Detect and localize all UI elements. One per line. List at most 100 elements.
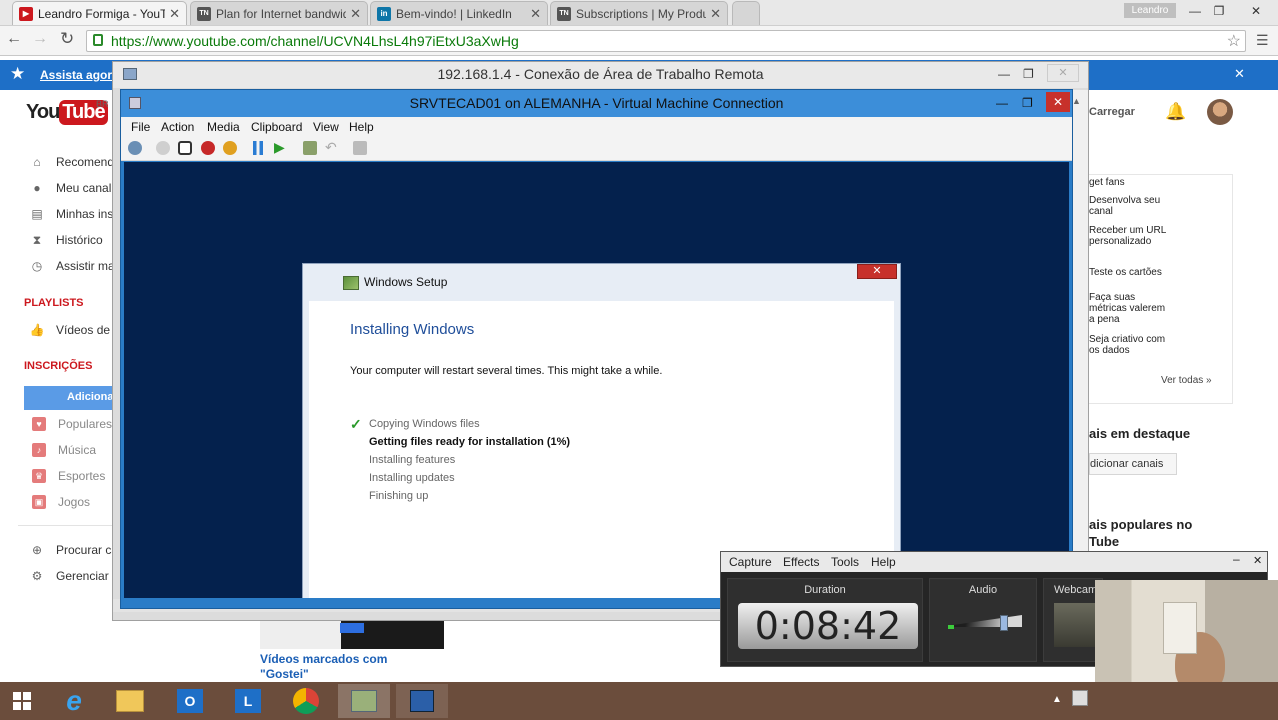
sidebar-item-watch-later[interactable]: ◷ Assistir mai: [30, 259, 118, 273]
minimize-icon[interactable]: –: [1233, 552, 1240, 566]
vm-display[interactable]: Windows Setup ✕ Installing Windows Your …: [124, 162, 1069, 598]
menu-icon[interactable]: ☰: [1256, 32, 1269, 49]
forward-icon[interactable]: →: [32, 30, 48, 48]
avatar[interactable]: [1207, 99, 1233, 125]
volume-slider[interactable]: [948, 615, 1022, 627]
close-icon[interactable]: ✕: [350, 6, 361, 22]
tab-linkedin[interactable]: in Bem-vindo! | LinkedIn ✕: [370, 1, 548, 25]
add-channels-button[interactable]: Adiciona: [24, 386, 116, 410]
see-all-link[interactable]: Ver todas »: [1161, 375, 1212, 386]
start-button[interactable]: [0, 684, 44, 718]
tip-item[interactable]: Teste os cartões: [1089, 267, 1199, 278]
close-icon[interactable]: ✕: [169, 6, 180, 22]
menu-view[interactable]: View: [313, 120, 339, 134]
close-window-icon[interactable]: ✕: [1236, 2, 1276, 20]
menu-help[interactable]: Help: [871, 555, 896, 569]
hourglass-icon: ⧗: [32, 232, 42, 247]
revert-icon[interactable]: ↶: [325, 139, 337, 156]
promo-link[interactable]: Assista agor: [40, 68, 112, 82]
start-icon[interactable]: [156, 141, 170, 155]
tip-item[interactable]: Receber um URL personalizado: [1089, 225, 1169, 247]
sidebar-item-sports[interactable]: ♛ Esportes: [32, 469, 105, 483]
menu-effects[interactable]: Effects: [783, 555, 819, 569]
tray-network-icon[interactable]: [1072, 690, 1088, 706]
video-thumbnail[interactable]: [260, 621, 444, 649]
url-input[interactable]: https://www.youtube.com/channel/UCVN4Lhs…: [86, 30, 1246, 52]
close-icon[interactable]: ✕: [1234, 66, 1245, 82]
close-icon[interactable]: ✕: [1047, 64, 1079, 82]
tip-item[interactable]: Seja criativo com os dados: [1089, 334, 1169, 356]
volume-thumb[interactable]: [1000, 615, 1008, 631]
sidebar-item-popular[interactable]: ♥ Populares: [32, 417, 112, 431]
close-icon[interactable]: ✕: [1046, 92, 1070, 112]
reload-icon[interactable]: ↻: [60, 29, 74, 49]
tab-youtube[interactable]: ▶ Leandro Formiga - YouTu ✕: [12, 1, 187, 25]
thumbs-up-icon: 👍: [29, 323, 45, 337]
audio-label: Audio: [968, 584, 998, 596]
tab-plan[interactable]: TN Plan for Internet bandwid ✕: [190, 1, 368, 25]
tip-item[interactable]: Faça suas métricas valerem a pena: [1089, 292, 1169, 325]
menu-capture[interactable]: Capture: [729, 555, 772, 569]
add-channels-link[interactable]: dicionar canais: [1089, 453, 1177, 475]
minimize-icon[interactable]: —: [998, 62, 1010, 87]
step-features: Installing features: [369, 454, 456, 466]
liked-videos-link[interactable]: Vídeos marcados com "Gostei": [260, 652, 420, 682]
maximize-icon[interactable]: ❐: [1022, 90, 1033, 117]
menu-media[interactable]: Media: [207, 120, 240, 134]
chrome-icon[interactable]: [280, 684, 332, 718]
step-finishing: Finishing up: [369, 490, 429, 502]
browser-tab-strip: ▶ Leandro Formiga - YouTu ✕ TN Plan for …: [0, 0, 1278, 26]
tray-expand-icon[interactable]: ▲: [1052, 694, 1062, 705]
back-icon[interactable]: ←: [6, 30, 22, 48]
turn-off-icon[interactable]: [178, 141, 192, 155]
lync-icon[interactable]: L: [222, 684, 274, 718]
scroll-up-icon[interactable]: ▲: [1072, 96, 1081, 106]
close-icon[interactable]: ✕: [530, 6, 541, 22]
internet-explorer-icon[interactable]: e: [48, 684, 100, 718]
youtube-logo[interactable]: You Tube BR: [26, 99, 109, 125]
menu-help[interactable]: Help: [349, 120, 374, 134]
vm-connection-taskbar-icon[interactable]: [396, 684, 448, 718]
maximize-icon[interactable]: ❐: [1207, 2, 1231, 20]
maximize-icon[interactable]: ❐: [1023, 62, 1034, 87]
popular-icon: ♥: [32, 417, 46, 431]
menu-file[interactable]: File: [131, 120, 150, 134]
sidebar-item-my-channel[interactable]: ● Meu canal: [30, 181, 111, 195]
pause-icon[interactable]: [253, 141, 263, 155]
sidebar-item-music[interactable]: ♪ Música: [32, 443, 96, 457]
menu-clipboard[interactable]: Clipboard: [251, 120, 302, 134]
sidebar-item-liked-videos[interactable]: 👍 Vídeos de c: [29, 323, 120, 337]
close-icon[interactable]: ✕: [1253, 554, 1262, 567]
upload-button[interactable]: Carregar: [1089, 100, 1149, 124]
thumbnail-detail: [340, 623, 364, 633]
duration-timer: 0:08:42: [738, 603, 918, 649]
close-icon[interactable]: ✕: [710, 6, 721, 22]
sidebar-item-browse-channels[interactable]: ⊕ Procurar ca: [30, 543, 118, 557]
close-icon[interactable]: ✕: [857, 264, 897, 279]
menu-tools[interactable]: Tools: [831, 555, 859, 569]
sidebar-item-manage-subscriptions[interactable]: ⚙ Gerenciar i: [30, 569, 115, 583]
tip-item[interactable]: Desenvolva seu canal: [1089, 195, 1169, 217]
shutdown-icon[interactable]: [201, 141, 215, 155]
sidebar-item-recommended[interactable]: ⌂ Recomenda: [30, 155, 120, 169]
new-tab-button[interactable]: [732, 1, 760, 25]
menu-action[interactable]: Action: [161, 120, 194, 134]
gamepad-icon: ▣: [32, 495, 46, 509]
checkpoint-icon[interactable]: [303, 141, 317, 155]
enhanced-session-icon[interactable]: [353, 141, 367, 155]
sidebar-item-games[interactable]: ▣ Jogos: [32, 495, 90, 509]
file-explorer-icon[interactable]: [104, 684, 156, 718]
save-state-icon[interactable]: [223, 141, 237, 155]
outlook-icon[interactable]: O: [164, 684, 216, 718]
tab-subscriptions[interactable]: TN Subscriptions | My Produ ✕: [550, 1, 728, 25]
minimize-icon[interactable]: —: [1183, 2, 1207, 20]
sidebar-item-subscriptions[interactable]: ▤ Minhas insc: [30, 207, 119, 221]
sidebar-item-history[interactable]: ⧗ Histórico: [30, 232, 103, 248]
remote-desktop-taskbar-icon[interactable]: [338, 684, 390, 718]
resume-icon[interactable]: ▶: [274, 139, 285, 156]
ctrl-alt-del-icon[interactable]: [128, 141, 142, 155]
profile-badge[interactable]: Leandro: [1124, 3, 1176, 18]
bookmark-star-icon[interactable]: ☆: [1227, 31, 1241, 51]
minimize-icon[interactable]: —: [996, 90, 1008, 117]
bell-icon[interactable]: 🔔: [1165, 102, 1186, 122]
